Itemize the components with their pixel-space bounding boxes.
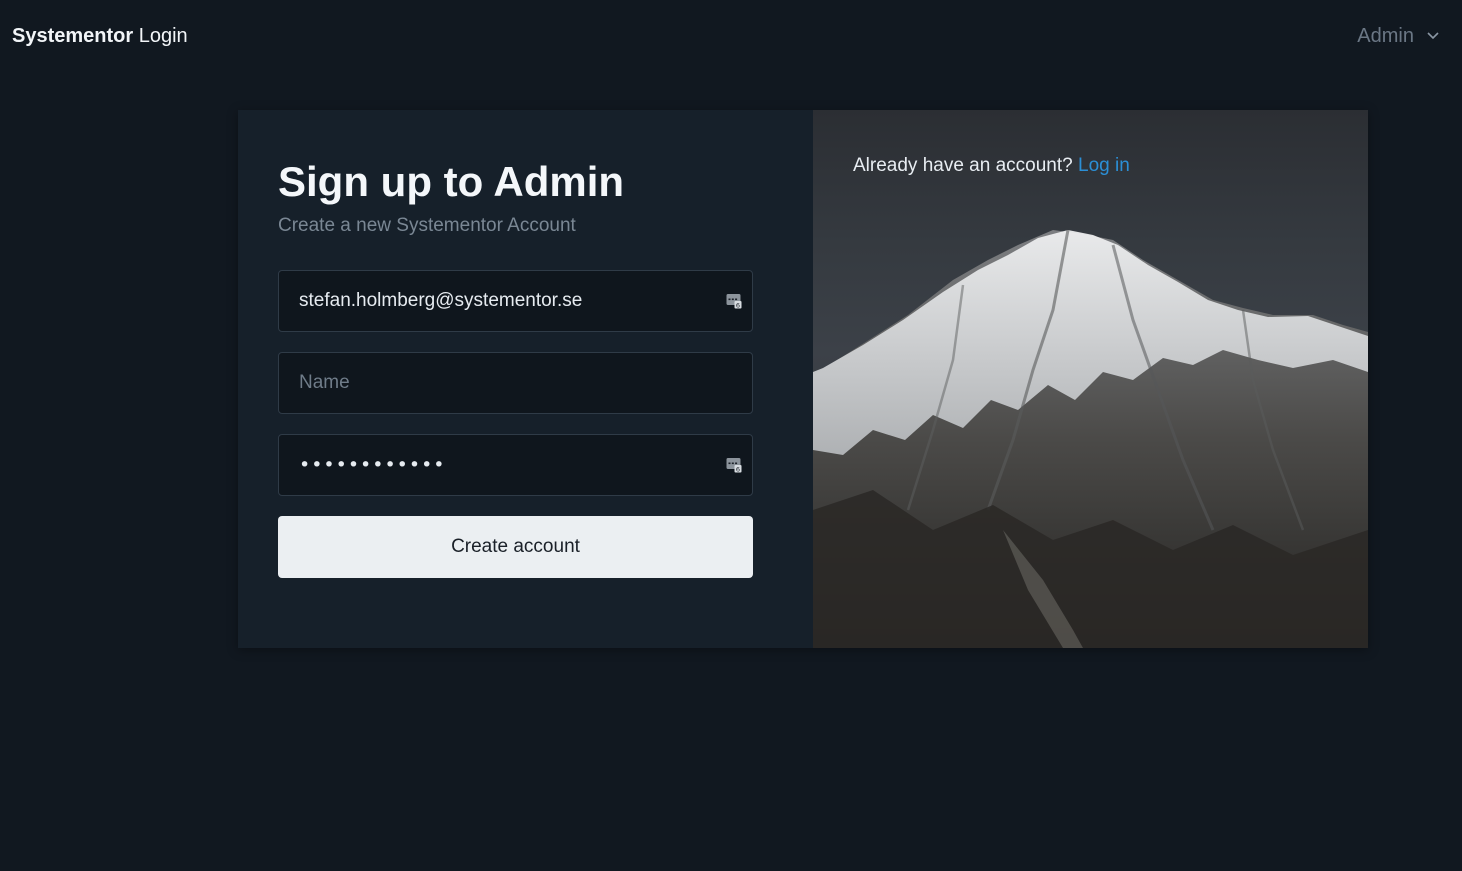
admin-dropdown-label: Admin — [1357, 25, 1414, 47]
signup-form-panel: Sign up to Admin Create a new Systemento… — [238, 110, 813, 648]
login-hint: Already have an account? Log in — [853, 154, 1130, 178]
email-field[interactable] — [279, 271, 752, 331]
brand-suffix: Login — [138, 25, 188, 47]
password-manager-icon[interactable]: 6 — [726, 457, 742, 473]
brand-logo[interactable]: Systementor Login — [12, 24, 188, 48]
password-manager-icon[interactable]: 6 — [726, 293, 742, 309]
password-field-wrapper[interactable]: •••••••••••• 6 — [278, 434, 753, 496]
login-link[interactable]: Log in — [1078, 155, 1130, 176]
svg-text:6: 6 — [736, 302, 740, 309]
snowy-mountain-image — [813, 229, 1368, 648]
brand-name: Systementor — [12, 25, 134, 47]
create-account-button[interactable]: Create account — [278, 516, 753, 578]
name-field[interactable] — [279, 353, 752, 413]
signup-card: Sign up to Admin Create a new Systemento… — [238, 110, 1368, 648]
password-field[interactable]: •••••••••••• — [299, 435, 445, 495]
mountain-image-panel: Already have an account? Log in — [813, 110, 1368, 648]
name-field-wrapper — [278, 352, 753, 414]
page-subtitle: Create a new Systementor Account — [278, 215, 576, 236]
login-prompt: Already have an account? — [853, 155, 1073, 176]
page-title: Sign up to Admin — [278, 158, 625, 205]
admin-dropdown[interactable]: Admin — [1357, 24, 1440, 48]
top-navbar: Systementor Login Admin — [0, 0, 1462, 72]
svg-text:6: 6 — [736, 466, 740, 473]
chevron-down-icon — [1427, 32, 1439, 40]
email-field-wrapper: 6 — [278, 270, 753, 332]
